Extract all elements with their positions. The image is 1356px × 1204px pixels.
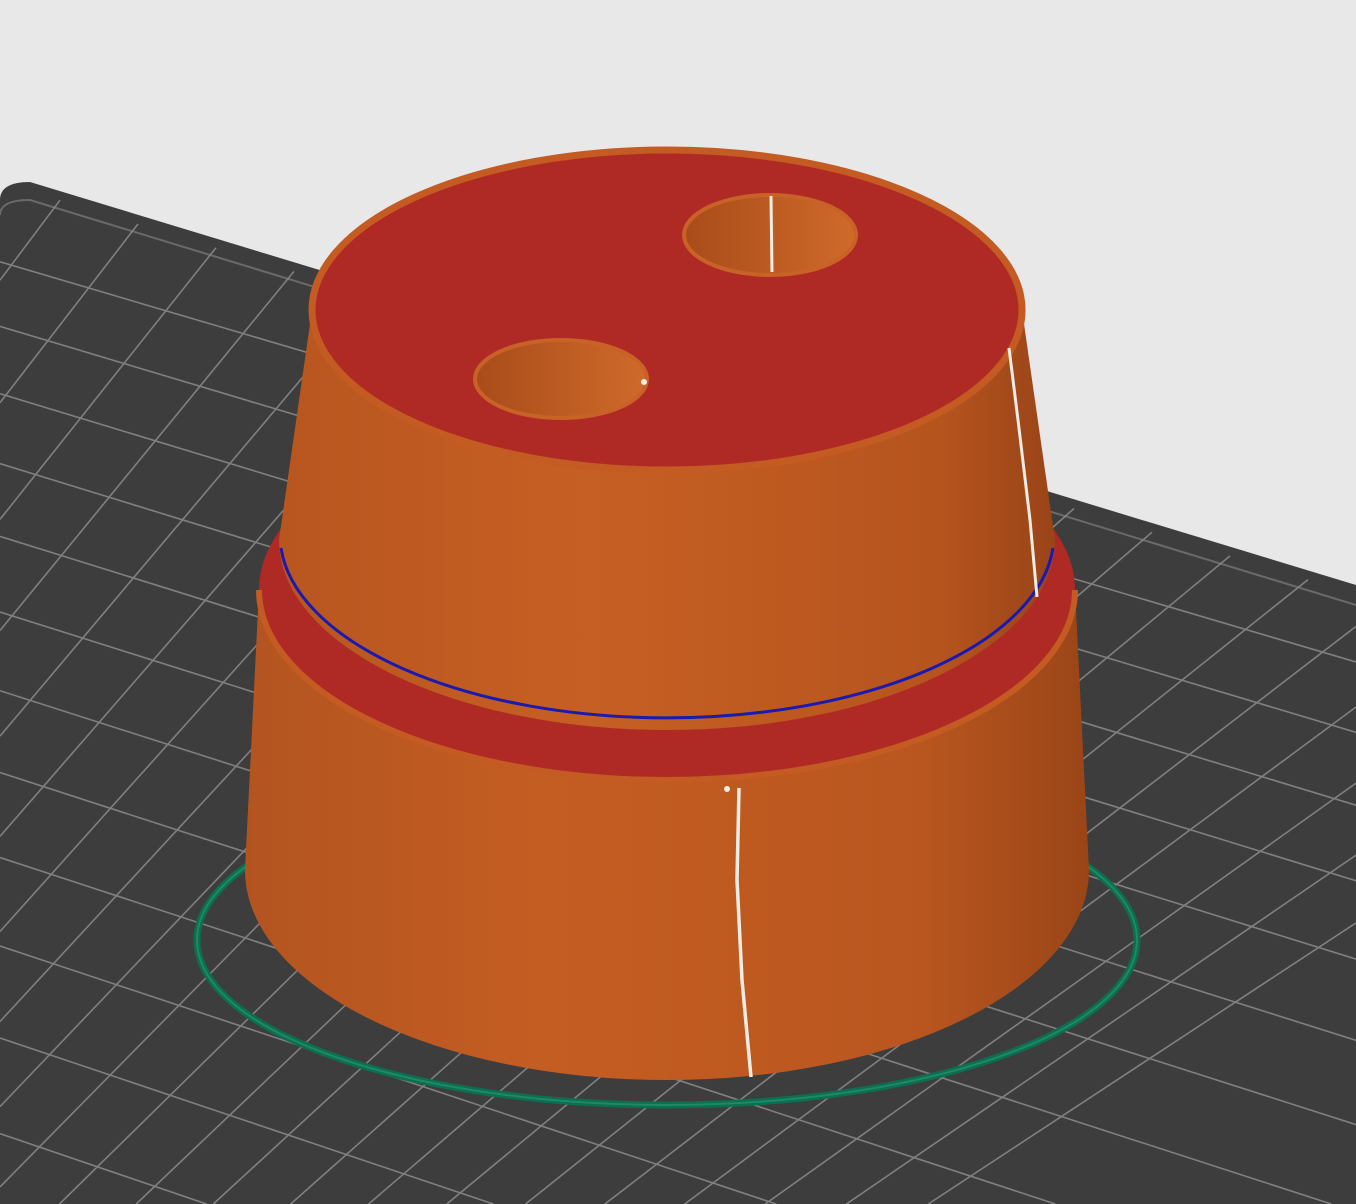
hole-1 bbox=[682, 193, 858, 277]
hole-2 bbox=[473, 338, 649, 420]
seam-line bbox=[769, 195, 774, 273]
seam-point bbox=[724, 786, 730, 792]
3d-preview-viewport[interactable] bbox=[0, 0, 1356, 1204]
seam-point bbox=[641, 379, 647, 385]
scene[interactable] bbox=[0, 0, 1356, 1204]
